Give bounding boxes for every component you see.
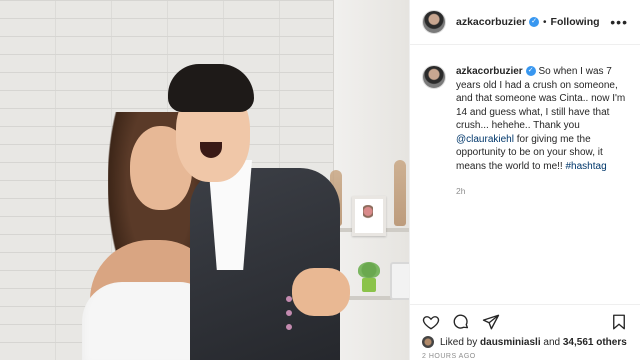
separator-dot: • [543, 16, 547, 28]
header-username[interactable]: azkacorbuzier [456, 16, 526, 28]
bookmark-icon[interactable] [610, 313, 628, 331]
post-photo[interactable] [0, 0, 409, 360]
caption-time[interactable]: 2h [456, 185, 626, 199]
caption: azkacorbuzier ✓ So when I was 7 years old… [410, 45, 640, 199]
instagram-post: azkacorbuzier ✓ • Following ••• azkacorb… [0, 0, 640, 360]
post-header: azkacorbuzier ✓ • Following ••• [410, 0, 640, 45]
wooden-mannequin [394, 160, 406, 226]
following-button[interactable]: Following [551, 16, 600, 28]
avatar[interactable] [422, 10, 446, 34]
caption-body: azkacorbuzier ✓ So when I was 7 years old… [456, 65, 626, 199]
post-date: 2 HOURS AGO [422, 353, 476, 360]
man-hair [168, 64, 254, 112]
avatar[interactable] [422, 336, 434, 348]
action-bar [410, 304, 640, 338]
share-icon[interactable] [482, 313, 500, 331]
picture-frame [352, 196, 386, 236]
likes-count[interactable]: 34,561 others [563, 337, 627, 348]
mention-link[interactable]: @claurakiehl [456, 134, 514, 145]
likes-prefix: Liked by [440, 336, 478, 348]
hand [292, 268, 350, 316]
caption-username[interactable]: azkacorbuzier [456, 66, 523, 77]
verified-badge-icon: ✓ [529, 17, 540, 27]
bracelet [286, 296, 300, 330]
heart-icon[interactable] [422, 313, 440, 331]
avatar[interactable] [422, 65, 446, 89]
lantern [390, 262, 409, 300]
liker-username[interactable]: dausminiasli [480, 337, 541, 348]
comment-icon[interactable] [452, 313, 470, 331]
hashtag-link[interactable]: #hashtag [566, 161, 607, 172]
likes-conjunction: and [543, 336, 561, 348]
likes-summary: Liked by dausminiasli and 34,561 others [422, 336, 627, 348]
post-sidebar: azkacorbuzier ✓ • Following ••• azkacorb… [409, 0, 640, 360]
potted-plant [358, 262, 380, 294]
verified-badge-icon: ✓ [525, 66, 536, 77]
more-options-icon[interactable]: ••• [610, 14, 628, 30]
